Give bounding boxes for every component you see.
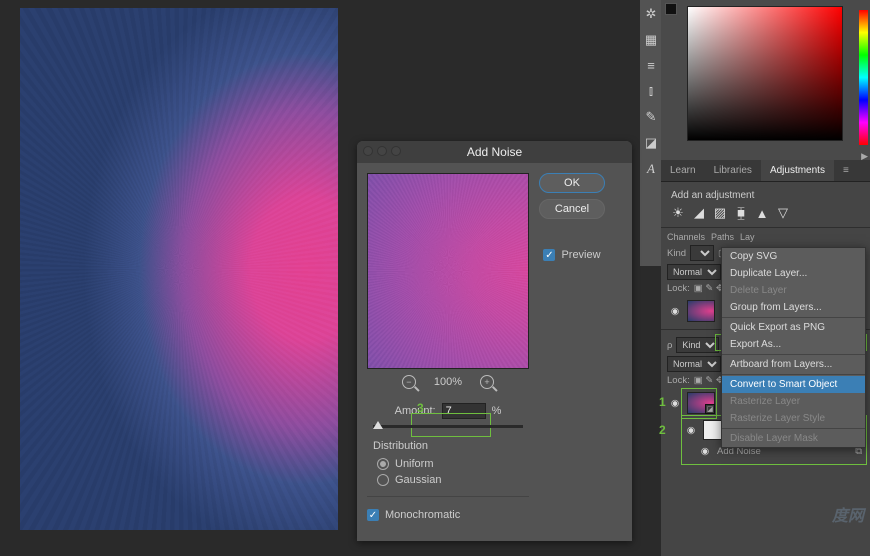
blend-mode2[interactable]: Normal: [667, 356, 721, 372]
menu-convert-smart-object[interactable]: Convert to Smart Object: [722, 376, 865, 393]
dialog-titlebar[interactable]: Add Noise: [357, 141, 632, 163]
zoom-level: 100%: [434, 376, 462, 388]
brush-icon[interactable]: ✎: [646, 109, 657, 125]
window-controls[interactable]: [363, 146, 401, 156]
invert-icon: ▽: [776, 207, 790, 219]
bars-icon[interactable]: ⫾: [649, 83, 653, 99]
vibrance-icon: ▲: [755, 207, 769, 219]
exposure-icon: ⧯: [734, 207, 748, 219]
menu-group-from-layers[interactable]: Group from Layers...: [722, 299, 865, 316]
distribution-label: Distribution: [373, 440, 529, 452]
zoom-out-icon[interactable]: −: [402, 375, 416, 389]
menu-quick-export[interactable]: Quick Export as PNG: [722, 319, 865, 336]
ok-button[interactable]: OK: [539, 173, 605, 193]
menu-export-as[interactable]: Export As...: [722, 336, 865, 353]
menu-rasterize-style: Rasterize Layer Style: [722, 410, 865, 427]
filter-kind2[interactable]: Kind: [676, 337, 719, 353]
layer-thumbnail[interactable]: [687, 300, 715, 322]
panel-menu-icon[interactable]: ≡: [834, 160, 858, 181]
amount-unit: %: [492, 405, 502, 417]
document-artboard: [20, 8, 338, 530]
color-panel[interactable]: ▶: [661, 0, 870, 160]
visibility-icon: ◉: [669, 306, 681, 317]
amount-slider[interactable]: [373, 425, 523, 428]
type-icon[interactable]: A: [647, 161, 655, 177]
grid-icon[interactable]: ▦: [645, 32, 657, 48]
monochromatic-checkbox[interactable]: ✓Monochromatic: [367, 509, 529, 521]
panel-tabs[interactable]: Learn Libraries Adjustments ≡: [661, 160, 870, 182]
curves-icon: ▨: [713, 207, 727, 219]
tab-libraries[interactable]: Libraries: [705, 160, 761, 181]
callout-1-label: 1: [659, 395, 666, 409]
wheel-icon[interactable]: ✲: [646, 6, 657, 22]
guides-icon[interactable]: ≡: [647, 58, 655, 73]
add-noise-dialog: Add Noise − 100% + 3 Amount: % Distribut…: [357, 141, 632, 541]
blend-mode[interactable]: Normal: [667, 264, 721, 280]
menu-artboard-from-layers[interactable]: Artboard from Layers...: [722, 356, 865, 373]
menu-delete-layer: Delete Layer: [722, 282, 865, 299]
hue-slider[interactable]: [859, 10, 868, 145]
dialog-title: Add Noise: [467, 145, 522, 159]
vertical-toolbar[interactable]: ✲ ▦ ≡ ⫾ ✎ ◪ A: [640, 0, 662, 266]
watermark: 度网: [832, 502, 864, 526]
swatch-icon[interactable]: ◪: [645, 135, 657, 151]
menu-rasterize-layer: Rasterize Layer: [722, 393, 865, 410]
menu-copy-svg[interactable]: Copy SVG: [722, 248, 865, 265]
adjustment-icons[interactable]: ☀ ◢ ▨ ⧯ ▲ ▽: [671, 207, 860, 219]
foreground-swatch[interactable]: [665, 3, 677, 15]
visibility-icon: ◉: [669, 398, 681, 409]
filter-kind[interactable]: [690, 245, 714, 261]
menu-disable-mask: Disable Layer Mask: [722, 430, 865, 447]
levels-icon: ◢: [692, 207, 706, 219]
layer-context-menu[interactable]: Copy SVG Duplicate Layer... Delete Layer…: [721, 247, 866, 448]
zoom-in-icon[interactable]: +: [480, 375, 494, 389]
preview-checkbox[interactable]: ✓Preview: [543, 249, 600, 261]
menu-duplicate-layer[interactable]: Duplicate Layer...: [722, 265, 865, 282]
cancel-button[interactable]: Cancel: [539, 199, 605, 219]
gaussian-radio[interactable]: Gaussian: [377, 474, 529, 486]
tab-learn[interactable]: Learn: [661, 160, 705, 181]
callout-2-label: 2: [659, 423, 666, 437]
tab-adjustments[interactable]: Adjustments: [761, 160, 834, 181]
add-adjustment-label: Add an adjustment: [671, 190, 754, 201]
uniform-radio[interactable]: Uniform: [377, 458, 529, 470]
filter-preview[interactable]: [367, 173, 529, 369]
brightness-icon: ☀: [671, 207, 685, 219]
